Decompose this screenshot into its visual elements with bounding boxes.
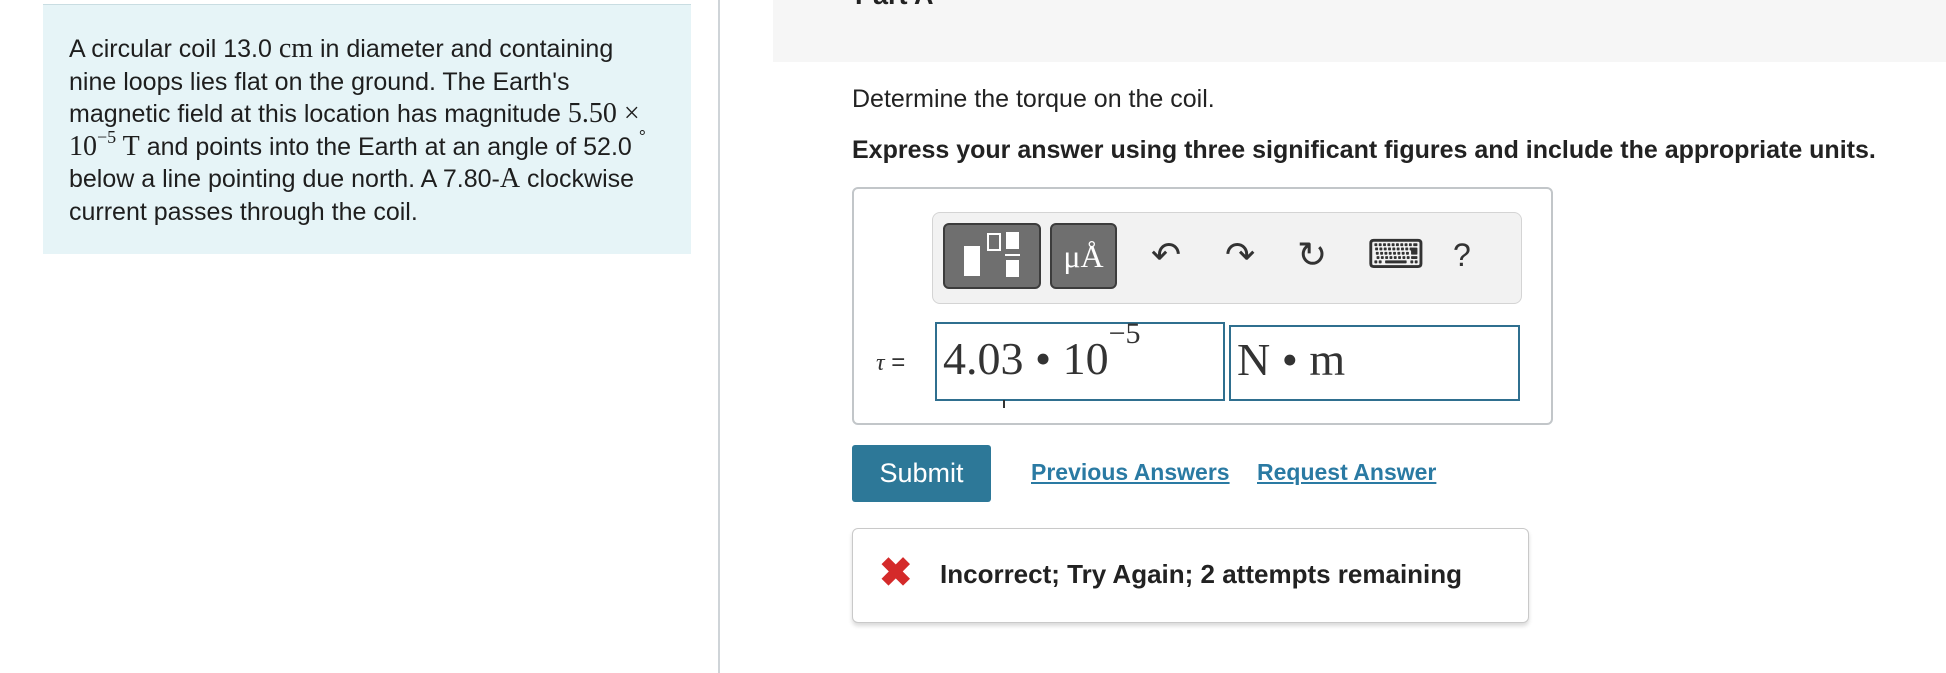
problem-text: and points into the Earth at an angle of… [139, 132, 639, 161]
keyboard-icon[interactable]: ⌨ [1367, 233, 1425, 277]
redo-icon[interactable]: ↷ [1225, 233, 1255, 277]
feedback-box: ✖ Incorrect; Try Again; 2 attempts remai… [852, 528, 1529, 623]
text-caret [1003, 400, 1005, 408]
request-answer-link[interactable]: Request Answer [1257, 459, 1436, 486]
unit-cm: cm [278, 33, 314, 64]
unit-input[interactable]: N • m [1229, 325, 1520, 401]
instruction-text: Express your answer using three signific… [852, 136, 1876, 164]
previous-answers-link[interactable]: Previous Answers [1031, 459, 1230, 486]
question-text: Determine the torque on the coil. [852, 85, 1215, 113]
close-x-icon: ✖ [879, 551, 913, 595]
chevron-left-icon[interactable]: ‹ [805, 0, 814, 9]
help-icon[interactable]: ? [1453, 233, 1471, 277]
part-title: Part A [855, 0, 934, 11]
feedback-text: Incorrect; Try Again; 2 attempts remaini… [940, 559, 1463, 589]
problem-text: below a line pointing due north. A 7.80- [69, 165, 500, 193]
part-header[interactable]: ‹ Part A [773, 0, 1946, 62]
undo-icon[interactable]: ↶ [1151, 233, 1181, 277]
problem-text: A circular coil 13.0 [69, 35, 279, 63]
degree-symbol: ° [638, 126, 646, 147]
math-toolbar: μÅ ↶ ↷ ↻ ⌨ ? [932, 212, 1522, 304]
problem-panel: A circular coil 13.0 cm in diameter and … [0, 0, 720, 673]
value-input[interactable]: 4.03 • 10−5 [935, 319, 1225, 408]
torque-label: τ = [876, 349, 906, 376]
units-button[interactable]: μÅ [1050, 223, 1117, 289]
submit-button[interactable]: Submit [852, 445, 991, 502]
templates-button[interactable] [943, 223, 1041, 289]
reset-icon[interactable]: ↻ [1297, 233, 1327, 277]
unit-amp: A [499, 163, 521, 194]
templates-icon [964, 232, 1020, 277]
problem-statement: A circular coil 13.0 cm in diameter and … [43, 4, 691, 254]
answer-box: μÅ ↶ ↷ ↻ ⌨ ? τ = 4.03 • 10−5 N • m [852, 187, 1553, 425]
